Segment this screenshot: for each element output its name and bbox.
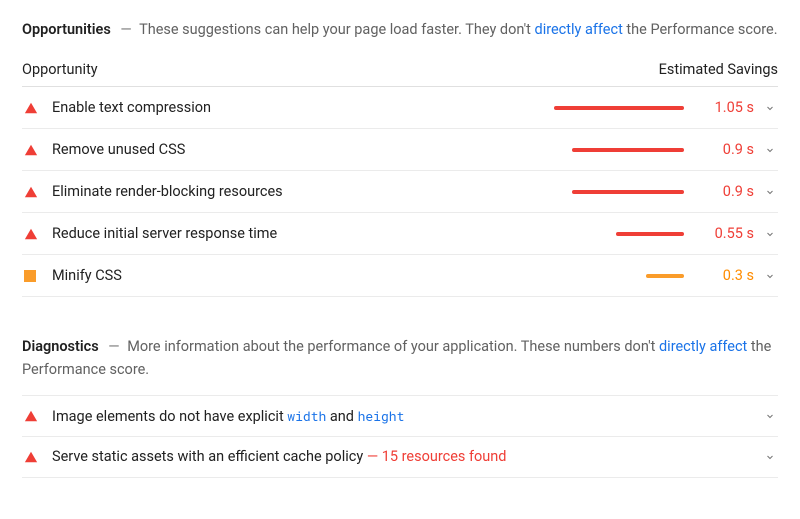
savings-bar — [530, 190, 690, 194]
diagnostic-label: Image elements do not have explicit widt… — [52, 407, 754, 425]
savings-value: 1.05 s — [690, 99, 754, 116]
chevron-down-icon — [754, 410, 776, 422]
chevron-down-icon — [754, 186, 776, 198]
code-token: width — [287, 407, 326, 425]
opportunity-label: Remove unused CSS — [52, 141, 530, 158]
opportunities-header: Opportunities — These suggestions can he… — [22, 18, 778, 41]
code-token: height — [358, 407, 405, 425]
chevron-down-icon — [754, 451, 776, 463]
opportunities-list: Enable text compression 1.05 s Remove unus… — [22, 87, 778, 297]
opportunity-row[interactable]: Minify CSS 0.3 s — [22, 255, 778, 297]
opportunities-desc-pre: These suggestions can help your page loa… — [139, 21, 534, 38]
diagnostic-row[interactable]: Image elements do not have explicit widt… — [22, 395, 778, 437]
diagnostics-title: Diagnostics — [22, 338, 99, 355]
triangle-fail-icon — [24, 101, 52, 115]
opportunity-row[interactable]: Remove unused CSS 0.9 s — [22, 129, 778, 171]
diagnostic-label: Serve static assets with an efficient ca… — [52, 448, 754, 465]
diagnostic-row[interactable]: Serve static assets with an efficient ca… — [22, 436, 778, 478]
triangle-fail-icon — [24, 185, 52, 199]
diagnostics-header: Diagnostics — More information about the… — [22, 335, 778, 381]
triangle-fail-icon — [24, 227, 52, 241]
savings-value: 0.9 s — [690, 183, 754, 200]
opportunities-table-head: Opportunity Estimated Savings — [22, 55, 778, 87]
savings-bar — [530, 274, 690, 278]
opportunities-link[interactable]: directly affect — [535, 21, 623, 38]
dash: — — [108, 338, 119, 355]
chevron-down-icon — [754, 228, 776, 240]
text: Image elements do not have explicit — [52, 408, 287, 425]
opportunity-label: Enable text compression — [52, 99, 530, 116]
dash: — — [120, 21, 131, 38]
text: Serve static assets with an efficient ca… — [52, 448, 367, 465]
opportunity-label: Eliminate render-blocking resources — [52, 183, 530, 200]
highlight-text: — 15 resources found — [367, 448, 507, 465]
col-savings: Estimated Savings — [659, 61, 778, 78]
opportunities-desc-post: the Performance score. — [623, 21, 778, 38]
opportunity-row[interactable]: Reduce initial server response time 0.55 … — [22, 213, 778, 255]
opportunity-row[interactable]: Eliminate render-blocking resources 0.9 s — [22, 171, 778, 213]
savings-bar — [530, 106, 690, 110]
chevron-down-icon — [754, 144, 776, 156]
opportunities-title: Opportunities — [22, 21, 111, 38]
opportunity-label: Reduce initial server response time — [52, 225, 530, 242]
triangle-fail-icon — [24, 409, 52, 423]
savings-value: 0.55 s — [690, 225, 754, 242]
diagnostics-link[interactable]: directly affect — [659, 338, 747, 355]
square-warn-icon — [24, 270, 52, 282]
savings-value: 0.3 s — [690, 267, 754, 284]
col-opportunity: Opportunity — [22, 61, 98, 78]
savings-bar — [530, 148, 690, 152]
opportunity-row[interactable]: Enable text compression 1.05 s — [22, 87, 778, 129]
chevron-down-icon — [754, 270, 776, 282]
savings-bar — [530, 232, 690, 236]
text: and — [326, 408, 357, 425]
triangle-fail-icon — [24, 450, 52, 464]
chevron-down-icon — [754, 102, 776, 114]
savings-value: 0.9 s — [690, 141, 754, 158]
triangle-fail-icon — [24, 143, 52, 157]
opportunity-label: Minify CSS — [52, 267, 530, 284]
diagnostics-list: Image elements do not have explicit widt… — [22, 395, 778, 478]
diagnostics-desc-pre: More information about the performance o… — [127, 338, 659, 355]
